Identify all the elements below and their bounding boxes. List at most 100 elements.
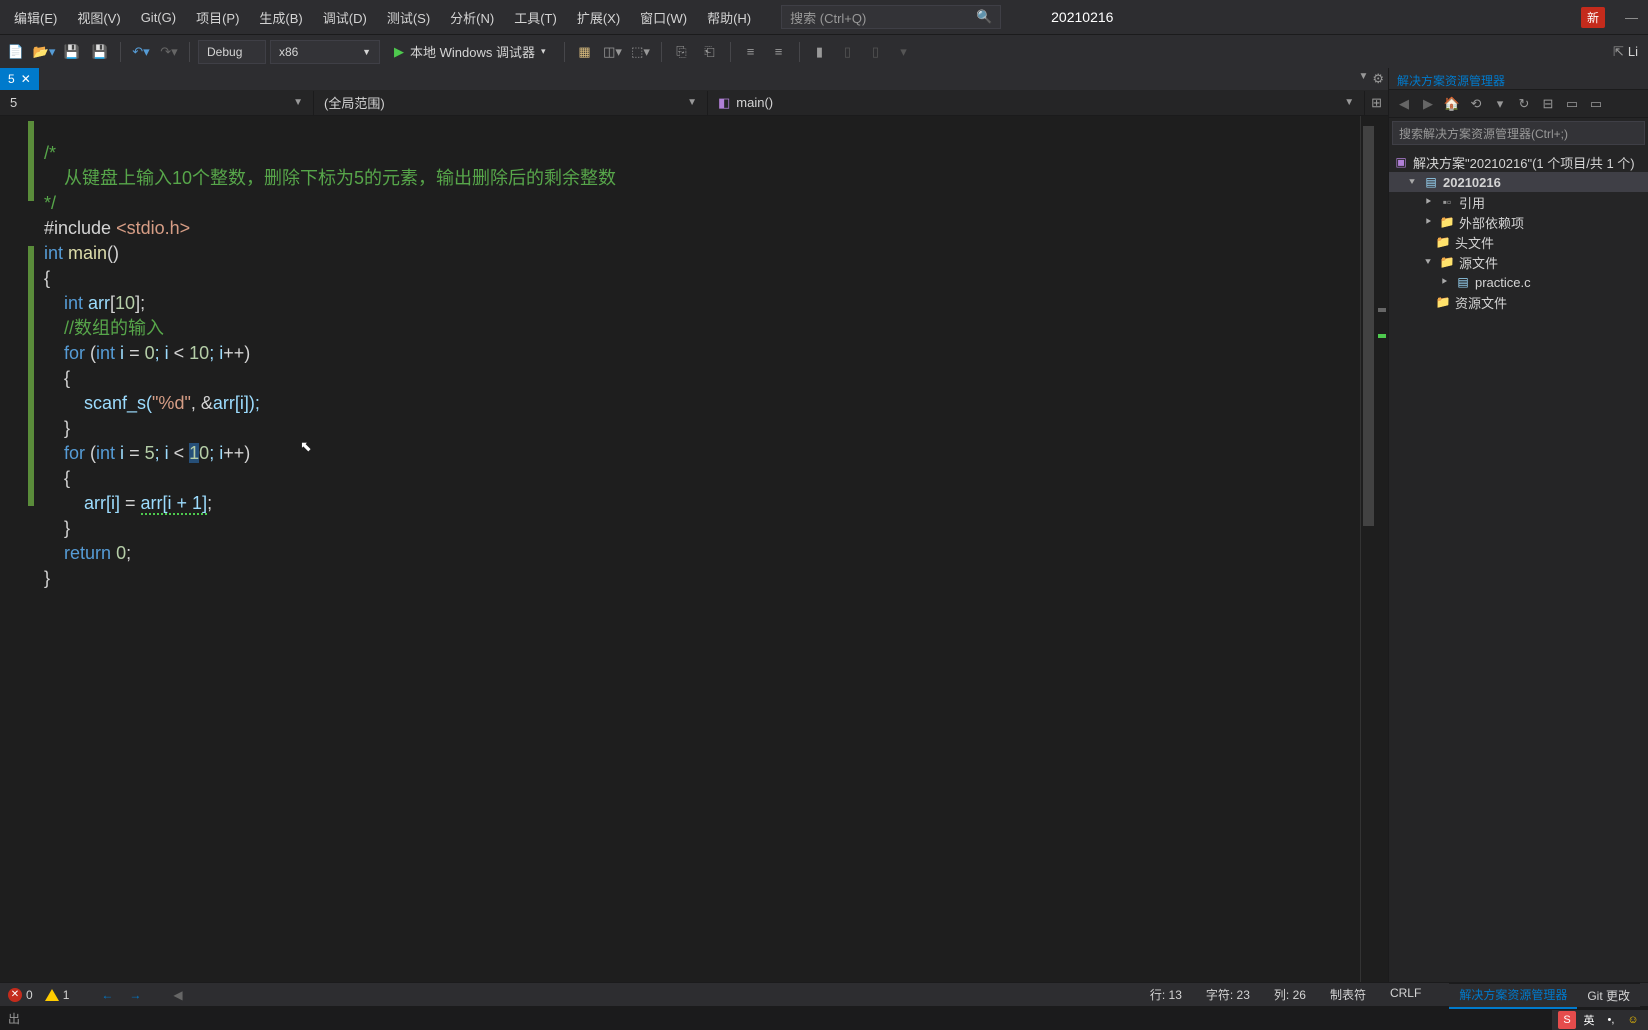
error-count[interactable]: ✕ 0 (8, 988, 33, 1002)
mouse-cursor-icon: ⬉ (300, 434, 312, 459)
start-debugging-button[interactable]: ▶ 本地 Windows 调试器 ▾ (384, 40, 556, 64)
ime-sogou-icon[interactable]: S (1558, 1011, 1576, 1029)
toolbar: 📄 📂▾ 💾 💾 ↶▾ ↷▾ Debug x86▼ ▶ 本地 Windows 调… (0, 34, 1648, 68)
toolbar-icon[interactable]: ⊟ (1539, 95, 1557, 113)
back-icon[interactable]: ◀ (1395, 95, 1413, 113)
open-icon[interactable]: 📂▾ (32, 40, 56, 64)
main-area: 5 ✕ ▼ ⚙ 5▼ (全局范围)▼ ◧ main()▼ ⊞ (0, 68, 1648, 982)
dropdown-icon[interactable]: ▼ (1358, 71, 1368, 87)
search-input[interactable]: 搜索 (Ctrl+Q) 🔍 (781, 5, 1001, 29)
error-bar: ✕ 0 1 ← → ◀ 行: 13 字符: 23 列: 26 制表符 CRLF … (0, 982, 1648, 1006)
comment-icon[interactable]: ⎘ (670, 40, 694, 64)
file-tab[interactable]: 5 ✕ (0, 68, 39, 90)
nav-function-dropdown[interactable]: ◧ main()▼ (708, 91, 1365, 115)
ime-emoji-icon[interactable]: ☺ (1624, 1011, 1642, 1029)
project-name-label: 20210216 (1031, 9, 1133, 25)
toolbar-icon[interactable]: ▭ (1587, 95, 1605, 113)
expand-icon[interactable]: ⯈ (1437, 277, 1451, 288)
toolbar-icon[interactable]: ▯ (864, 40, 888, 64)
refresh-icon[interactable]: ↻ (1515, 95, 1533, 113)
vertical-scrollbar[interactable] (1360, 116, 1376, 982)
tree-project-node[interactable]: ⯆ ▤ 20210216 (1389, 172, 1648, 192)
window-minimize-icon[interactable]: — (1625, 10, 1638, 25)
indent-icon[interactable]: ≡ (739, 40, 763, 64)
close-icon[interactable]: ✕ (21, 72, 31, 86)
menu-help[interactable]: 帮助(H) (697, 2, 761, 33)
nav-scope-dropdown[interactable]: (全局范围)▼ (314, 91, 708, 115)
menu-test[interactable]: 测试(S) (377, 2, 440, 33)
output-tab[interactable]: 出 (8, 1010, 20, 1027)
separator (120, 42, 121, 62)
prev-arrow-icon[interactable]: ← (101, 988, 113, 1002)
tree-resources-node[interactable]: 📁 资源文件 (1389, 292, 1648, 312)
side-tab-git[interactable]: Git 更改 (1577, 983, 1640, 1008)
new-file-icon[interactable]: 📄 (4, 40, 28, 64)
expand-icon[interactable]: ⯈ (1421, 197, 1435, 208)
toolbar-icon[interactable]: ⬚▾ (629, 40, 653, 64)
redo-icon[interactable]: ↷▾ (157, 40, 181, 64)
split-icon[interactable]: ⊞ (1365, 95, 1388, 111)
solution-search-input[interactable]: 搜索解决方案资源管理器(Ctrl+;) (1392, 121, 1645, 145)
c-file-icon: ▤ (1455, 274, 1471, 290)
nav-bar: 5▼ (全局范围)▼ ◧ main()▼ ⊞ (0, 90, 1388, 116)
config-dropdown[interactable]: Debug (198, 40, 266, 64)
menu-git[interactable]: Git(G) (131, 4, 186, 31)
toolbar-icon[interactable]: ▯ (836, 40, 860, 64)
status-tabs[interactable]: 制表符 (1330, 986, 1366, 1003)
forward-icon[interactable]: ▶ (1419, 95, 1437, 113)
save-icon[interactable]: 💾 (60, 40, 84, 64)
hscroll-left-icon[interactable]: ◀ (173, 988, 182, 1002)
tree-headers-node[interactable]: 📁 头文件 (1389, 232, 1648, 252)
ime-lang[interactable]: 英 (1580, 1011, 1598, 1029)
undo-icon[interactable]: ↶▾ (129, 40, 153, 64)
solution-tree[interactable]: ▣ 解决方案"20210216"(1 个项目/共 1 个) ⯆ ▤ 202102… (1389, 148, 1648, 982)
toolbar-icon[interactable]: ▾ (1491, 95, 1509, 113)
new-badge[interactable]: 新 (1581, 7, 1605, 28)
tree-sources-node[interactable]: ⯆ 📁 源文件 (1389, 252, 1648, 272)
tab-label: 5 (8, 72, 15, 86)
menu-debug[interactable]: 调试(D) (313, 2, 377, 33)
platform-dropdown[interactable]: x86▼ (270, 40, 380, 64)
menu-view[interactable]: 视图(V) (67, 2, 130, 33)
menu-tools[interactable]: 工具(T) (504, 2, 567, 33)
expand-icon[interactable]: ⯆ (1421, 257, 1435, 268)
bookmark-icon[interactable]: ▮ (808, 40, 832, 64)
side-tab-solution[interactable]: 解决方案资源管理器 (1449, 982, 1577, 1009)
next-arrow-icon[interactable]: → (129, 988, 141, 1002)
play-icon: ▶ (394, 44, 404, 60)
nav-project-dropdown[interactable]: 5▼ (0, 91, 314, 115)
ime-punct-icon[interactable]: •, (1602, 1011, 1620, 1029)
outdent-icon[interactable]: ≡ (767, 40, 791, 64)
live-share-icon[interactable]: ⇱ (1613, 44, 1624, 60)
code-content[interactable]: /* 从键盘上输入10个整数，删除下标为5的元素，输出删除后的剩余整数 */ #… (40, 116, 1360, 982)
tree-external-node[interactable]: ⯈ 📁 外部依赖项 (1389, 212, 1648, 232)
folder-icon: 📁 (1435, 234, 1451, 250)
menu-bar: 编辑(E) 视图(V) Git(G) 项目(P) 生成(B) 调试(D) 测试(… (0, 0, 1648, 34)
expand-icon[interactable]: ⯆ (1405, 177, 1419, 188)
uncomment-icon[interactable]: ⎗ (698, 40, 722, 64)
tree-solution-node[interactable]: ▣ 解决方案"20210216"(1 个项目/共 1 个) (1389, 152, 1648, 172)
error-icon: ✕ (8, 988, 22, 1002)
save-all-icon[interactable]: 💾 (88, 40, 112, 64)
home-icon[interactable]: 🏠 (1443, 95, 1461, 113)
menu-window[interactable]: 窗口(W) (630, 2, 697, 33)
menu-project[interactable]: 项目(P) (186, 2, 249, 33)
toolbar-icon[interactable]: ◫▾ (601, 40, 625, 64)
toolbar-icon[interactable]: ▦ (573, 40, 597, 64)
code-editor[interactable]: − − − − /* 从键盘上输入10个整数，删除下标为5的元素，输出删除后的剩… (0, 116, 1388, 982)
expand-icon[interactable]: ⯈ (1421, 217, 1435, 228)
solution-explorer: 解决方案资源管理器 ◀ ▶ 🏠 ⟲ ▾ ↻ ⊟ ▭ ▭ 搜索解决方案资源管理器(… (1388, 68, 1648, 982)
toolbar-icon[interactable]: ▭ (1563, 95, 1581, 113)
live-share-label[interactable]: Li (1628, 44, 1638, 59)
menu-analyze[interactable]: 分析(N) (440, 2, 504, 33)
menu-build[interactable]: 生成(B) (249, 2, 312, 33)
warning-count[interactable]: 1 (45, 988, 70, 1002)
tree-file-node[interactable]: ⯈ ▤ practice.c (1389, 272, 1648, 292)
toolbar-icon[interactable]: ▾ (892, 40, 916, 64)
sync-icon[interactable]: ⟲ (1467, 95, 1485, 113)
menu-edit[interactable]: 编辑(E) (4, 2, 67, 33)
gear-icon[interactable]: ⚙ (1372, 71, 1384, 87)
menu-extensions[interactable]: 扩展(X) (567, 2, 630, 33)
status-eol[interactable]: CRLF (1390, 986, 1421, 1003)
tree-references-node[interactable]: ⯈ ▪▫ 引用 (1389, 192, 1648, 212)
